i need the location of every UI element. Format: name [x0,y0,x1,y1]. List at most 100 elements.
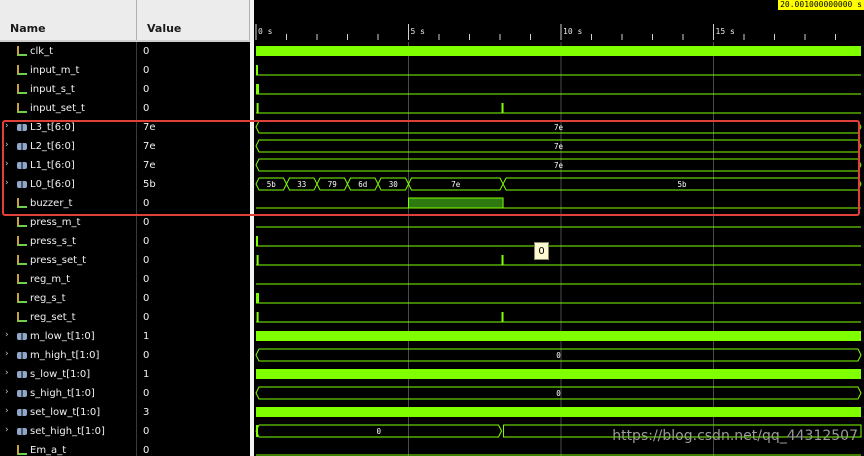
wave-pulse [256,293,259,303]
signal-row[interactable]: › s_low_t[1:0] [0,365,137,384]
signal-value: 0 [143,312,150,323]
tick-label: 15 s [715,27,735,36]
signal-name: input_m_t [30,65,80,76]
expand-chevron-icon[interactable]: › [5,387,9,397]
signal-value-list: 0 0 0 0 7e 7e 7e 5b 0 0 0 0 0 0 0 1 0 1 0 3 0 0 [137,42,250,456]
bit-signal-icon [17,274,27,284]
buzzer-active-region [408,197,504,209]
signal-row[interactable]: clk_t [0,42,137,61]
signal-value: 0 [143,293,150,304]
signal-value: 1 [143,369,150,380]
signal-row[interactable]: press_s_t [0,232,137,251]
signal-row[interactable]: input_m_t [0,61,137,80]
expand-chevron-icon[interactable]: › [5,178,9,188]
signal-value: 0 [143,217,150,228]
bus-value-label: 0 [556,389,561,398]
signal-row[interactable]: press_set_t [0,251,137,270]
signal-value: 0 [143,84,150,95]
signal-name: m_low_t[1:0] [30,331,95,342]
bit-signal-icon [17,236,27,246]
tick-label: 0 s [258,27,273,36]
bus-value-label: 7e [451,180,461,189]
signal-name: input_set_t [30,103,85,114]
bus-signal-icon [17,390,27,397]
waveform-canvas[interactable]: 7e 7e 7e 5b 33 79 6d 30 7e 5b 0 0 0 [254,42,864,456]
bus-signal-icon [17,181,27,188]
signal-name: input_s_t [30,84,75,95]
bus-signal-icon [17,124,27,131]
expand-chevron-icon[interactable]: › [5,140,9,150]
tick-label: 10 s [563,27,583,36]
time-ruler[interactable]: 20.001000000000 s 0 s5 s 10 s 15 s [254,0,864,40]
bus-value-label: 79 [328,180,337,189]
signal-value: 7e [143,160,156,171]
expand-chevron-icon[interactable]: › [5,349,9,359]
wave-pulse [256,255,259,265]
signal-row[interactable]: › m_low_t[1:0] [0,327,137,346]
signal-row[interactable]: reg_set_t [0,308,137,327]
signal-name: set_low_t[1:0] [30,407,101,418]
expand-chevron-icon[interactable]: › [5,425,9,435]
expand-chevron-icon[interactable]: › [5,159,9,169]
wave-pulse [501,312,504,322]
expand-chevron-icon[interactable]: › [5,368,9,378]
signal-value: 0 [143,445,150,456]
wave-high-block [256,369,861,379]
wave-pulse [256,103,259,113]
bus-value-label: 5b [678,180,688,189]
signal-row[interactable]: input_set_t [0,99,137,118]
bit-signal-icon [17,312,27,322]
signal-row[interactable]: › m_high_t[1:0] [0,346,137,365]
name-column-header[interactable]: Name [0,0,137,40]
bus-signal-icon [17,143,27,150]
signal-name: L2_t[6:0] [30,141,75,152]
signal-row[interactable]: › set_low_t[1:0] [0,403,137,422]
value-tooltip: 0 [534,242,549,260]
signal-value: 7e [143,122,156,133]
wave-pulse [256,84,259,94]
signal-row[interactable]: buzzer_t [0,194,137,213]
signal-name: press_m_t [30,217,81,228]
waveform-area[interactable]: 20.001000000000 s 0 s5 s 10 s 15 s 7e 7e 7e 5… [254,0,864,456]
bus-value-label: 30 [389,180,399,189]
bus-signal-icon [17,333,27,340]
bit-signal-icon [17,217,27,227]
bus-signal-icon [17,409,27,416]
signal-row[interactable]: › L1_t[6:0] [0,156,137,175]
signal-value: 0 [143,65,150,76]
signal-row[interactable]: press_m_t [0,213,137,232]
signal-row[interactable]: › L2_t[6:0] [0,137,137,156]
signal-row[interactable]: › set_high_t[1:0] [0,422,137,441]
signal-name: press_s_t [30,236,76,247]
expand-chevron-icon[interactable]: › [5,406,9,416]
signal-row[interactable]: input_s_t [0,80,137,99]
value-column-header[interactable]: Value [137,0,250,40]
signal-row[interactable]: reg_m_t [0,270,137,289]
bit-signal-icon [17,445,27,455]
signal-value: 1 [143,331,150,342]
expand-chevron-icon[interactable]: › [5,121,9,131]
signal-row[interactable]: reg_s_t [0,289,137,308]
signal-value: 0 [143,236,150,247]
signal-row[interactable]: › L0_t[6:0] [0,175,137,194]
wave-pulse [256,425,258,437]
signal-value: 0 [143,46,150,57]
bus-signal-icon [17,352,27,359]
wave-pulse [256,312,259,322]
bus-value-label: 5b [267,180,277,189]
signal-name: reg_m_t [30,274,71,285]
signal-row[interactable]: › s_high_t[1:0] [0,384,137,403]
bus-value-label: 7e [554,142,564,151]
signal-row[interactable]: › L3_t[6:0] [0,118,137,137]
bus-value-label: 33 [297,180,306,189]
wave-high-block [256,331,861,341]
signal-name: s_low_t[1:0] [30,369,91,380]
wave-high-block [256,407,861,417]
watermark-text: https://blog.csdn.net/qq_44312507 [612,428,858,444]
expand-chevron-icon[interactable]: › [5,330,9,340]
signal-row[interactable]: Em_a_t [0,441,137,456]
bit-signal-icon [17,198,27,208]
wave-pulse [501,255,504,265]
bit-signal-icon [17,255,27,265]
signal-name: press_set_t [30,255,87,266]
